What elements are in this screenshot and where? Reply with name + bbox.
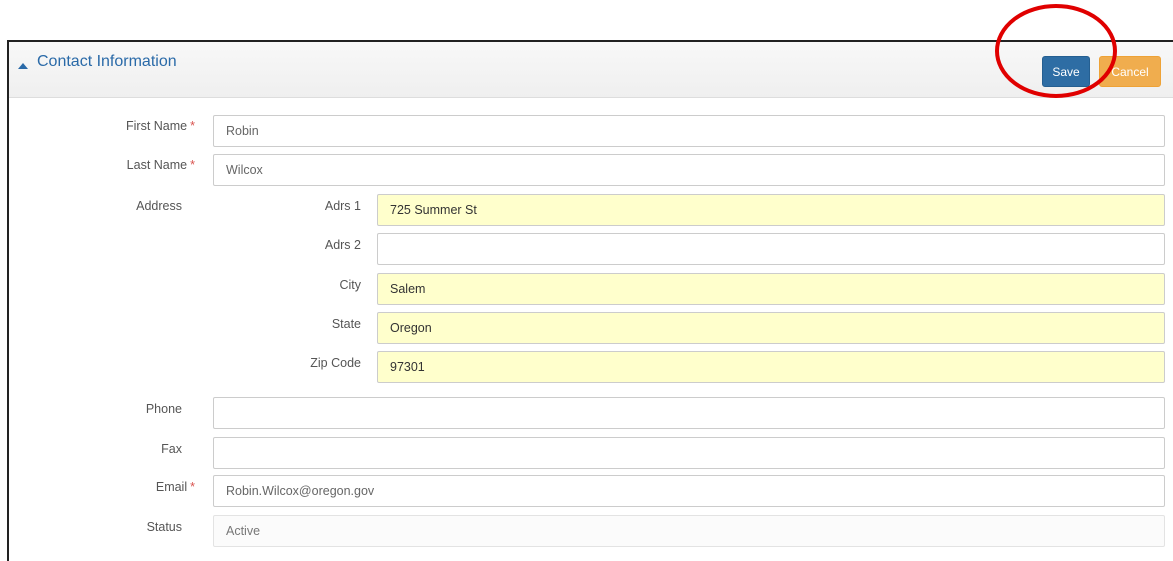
contact-information-panel: Contact Information Save Cancel First Na…: [7, 40, 1173, 561]
required-marker: *: [190, 119, 195, 133]
required-marker: *: [190, 480, 195, 494]
city-field[interactable]: Salem: [377, 273, 1165, 305]
city-label: City: [339, 278, 361, 292]
state-field[interactable]: Oregon: [377, 312, 1165, 344]
last-name-field[interactable]: Wilcox: [213, 154, 1165, 186]
first-name-label: First Name *: [69, 119, 195, 133]
adrs2-label: Adrs 2: [324, 238, 361, 252]
phone-field[interactable]: [213, 397, 1165, 429]
caret-up-icon[interactable]: [17, 60, 29, 72]
email-label-text: Email: [155, 480, 188, 494]
address-label: Address: [136, 199, 182, 213]
status-label: Status: [146, 520, 182, 534]
adrs1-label: Adrs 1: [324, 199, 361, 213]
state-label: State: [331, 317, 361, 331]
first-name-field[interactable]: Robin: [213, 115, 1165, 147]
adrs1-field[interactable]: 725 Summer St: [377, 194, 1165, 226]
fax-field[interactable]: [213, 437, 1165, 469]
save-button[interactable]: Save: [1042, 56, 1090, 87]
zip-code-field[interactable]: 97301: [377, 351, 1165, 383]
phone-label: Phone: [145, 402, 182, 416]
panel-title[interactable]: Contact Information: [37, 53, 177, 71]
cancel-button[interactable]: Cancel: [1099, 56, 1161, 87]
last-name-label-text: Last Name: [126, 158, 188, 172]
email-field[interactable]: Robin.Wilcox@oregon.gov: [213, 475, 1165, 507]
fax-label: Fax: [161, 442, 182, 456]
required-marker: *: [190, 158, 195, 172]
email-label: Email *: [69, 480, 195, 494]
zip-code-label: Zip Code: [310, 356, 361, 370]
first-name-label-text: First Name: [126, 119, 188, 133]
last-name-label: Last Name *: [69, 158, 195, 172]
status-field: Active: [213, 515, 1165, 547]
panel-header[interactable]: Contact Information Save Cancel: [9, 42, 1173, 98]
adrs2-field[interactable]: [377, 233, 1165, 265]
